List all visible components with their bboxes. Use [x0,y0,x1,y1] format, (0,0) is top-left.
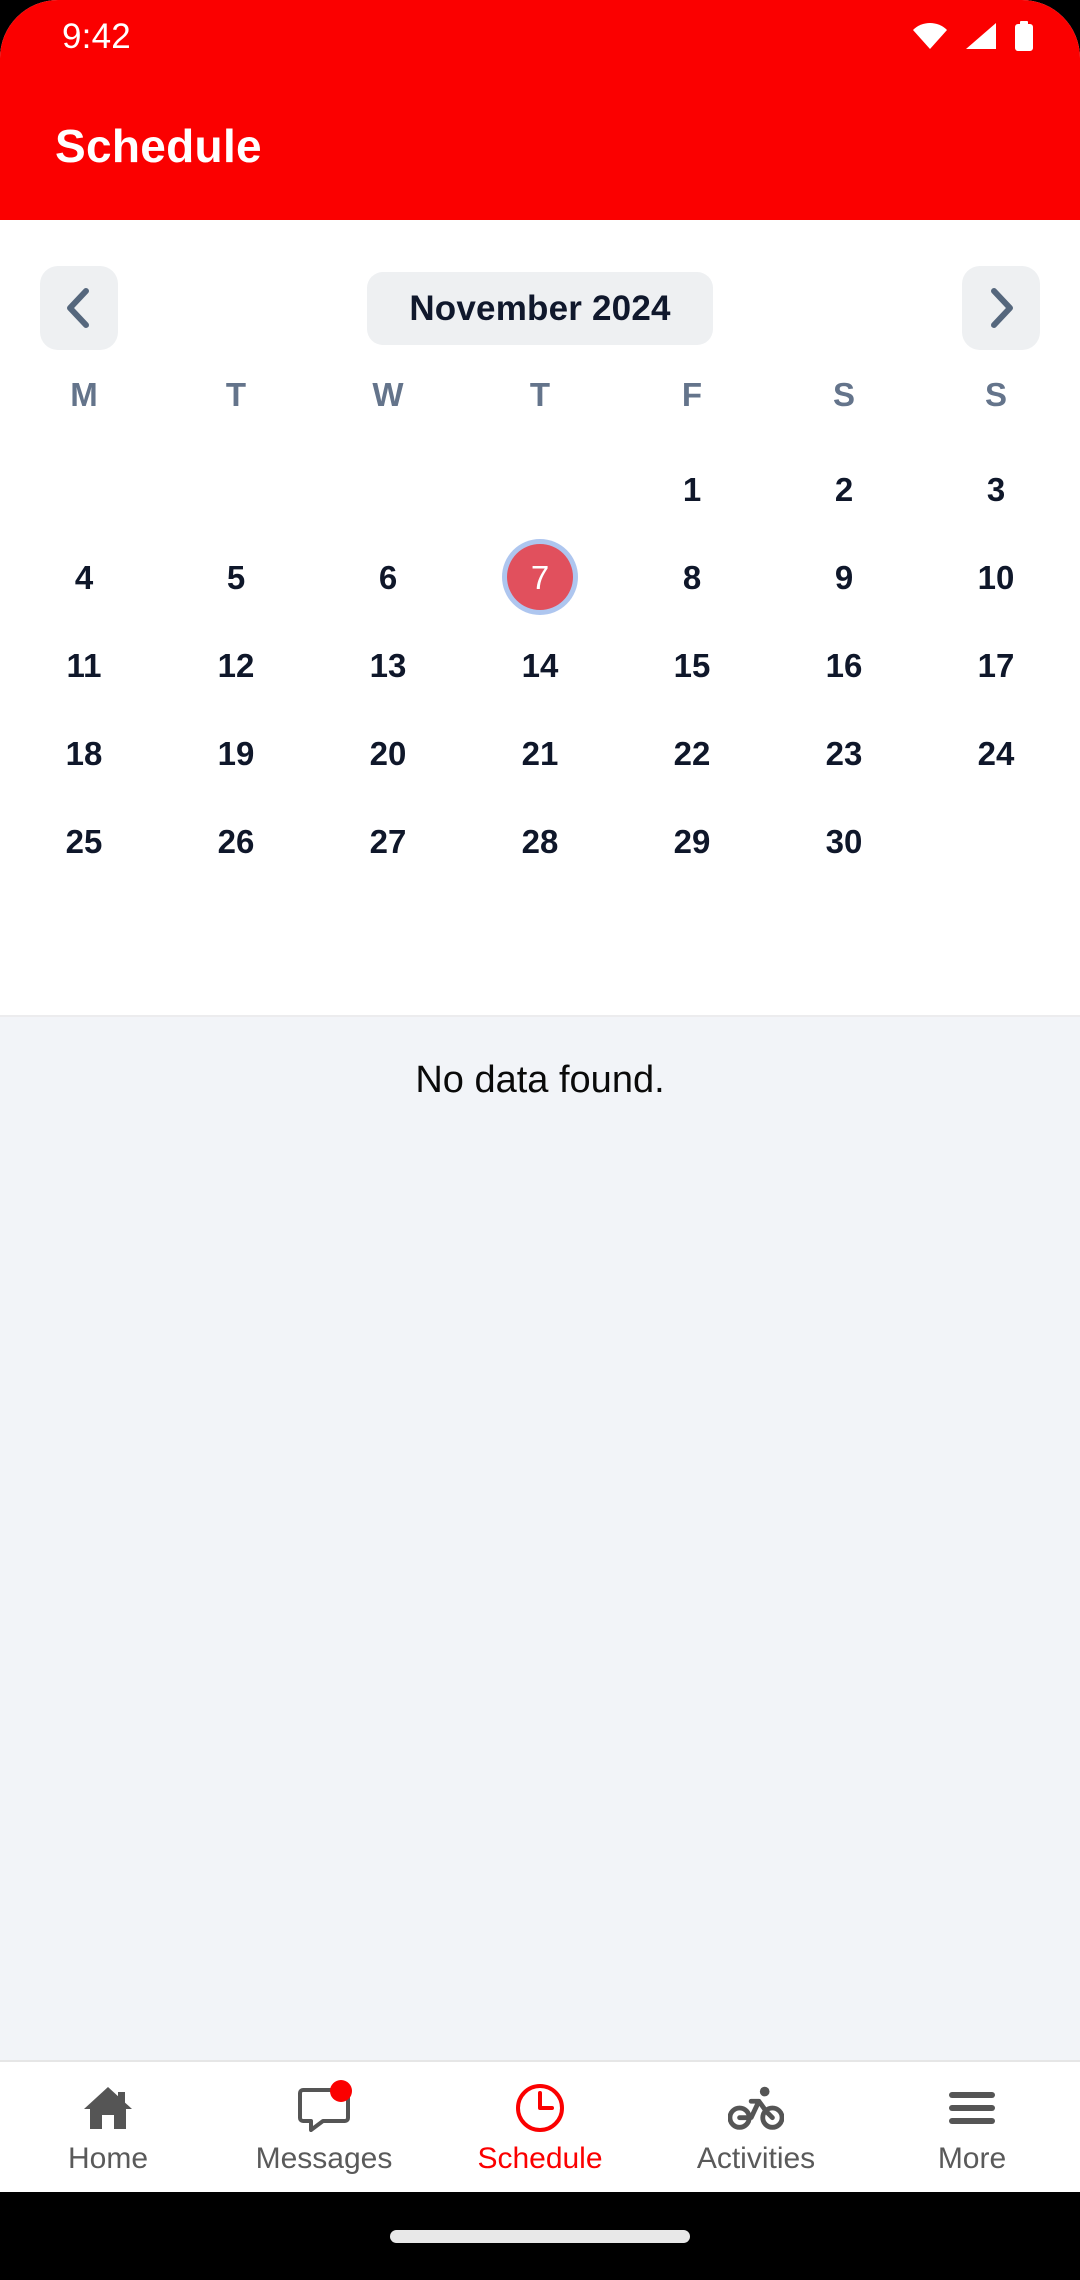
calendar-day[interactable]: 17 [920,621,1072,709]
calendar-day[interactable]: 13 [312,621,464,709]
calendar-day-empty [312,445,464,533]
tab-home[interactable]: Home [0,2062,216,2192]
prev-month-button[interactable] [40,266,118,350]
calendar-day[interactable]: 26 [160,797,312,885]
calendar-day[interactable]: 14 [464,621,616,709]
calendar-day[interactable]: 5 [160,533,312,621]
calendar-day[interactable]: 6 [312,533,464,621]
schedule-content-area: No data found. [0,1017,1080,2060]
calendar-card: November 2024 MTWTFSS 1 2 3 4 5 6 7 8 9 10 11 12 13 1… [0,220,1080,1017]
status-bar: 9:42 [0,0,1080,72]
wifi-icon [912,22,948,50]
calendar-day[interactable]: 16 [768,621,920,709]
weekday-label-5: S [832,376,855,413]
weekday-label-2: W [372,376,404,413]
tab-label: Messages [255,2142,393,2175]
calendar-day-empty [464,445,616,533]
calendar-day[interactable]: 2 [768,445,920,533]
month-year-label[interactable]: November 2024 [367,271,713,345]
message-icon [296,2080,352,2134]
calendar-week-row: 11 12 13 14 15 16 17 [8,621,1072,709]
hamburger-icon [944,2082,1000,2134]
tab-messages[interactable]: Messages [216,2062,432,2192]
calendar-day[interactable]: 23 [768,709,920,797]
weekday-header-row: MTWTFSS [0,378,1080,411]
bicycle-icon [728,2082,784,2134]
weekday-label-1: T [225,376,247,413]
notification-badge [330,2080,352,2102]
calendar-day[interactable]: 27 [312,797,464,885]
calendar-day[interactable]: 20 [312,709,464,797]
system-navigation-bar [0,2192,1080,2280]
weekday-label-0: M [70,376,98,413]
page-title: Schedule [55,120,262,172]
calendar-day[interactable]: 9 [768,533,920,621]
calendar-grid: 1 2 3 4 5 6 7 8 9 10 11 12 13 14 15 16 17 18 19 20 21 22 23 24 2… [0,445,1080,885]
status-icon-group [912,21,1034,51]
chevron-left-icon [64,286,94,330]
calendar-day[interactable]: 1 [616,445,768,533]
status-clock: 9:42 [62,16,131,56]
calendar-day-empty [8,445,160,533]
calendar-week-row: 25 26 27 28 29 30 [8,797,1072,885]
calendar-day[interactable]: 29 [616,797,768,885]
weekday-label-6: S [984,376,1007,413]
weekday-label-3: T [529,376,551,413]
calendar-day-selected[interactable]: 7 [464,533,616,621]
calendar-day[interactable]: 21 [464,709,616,797]
bottom-tab-bar: Home Messages Schedule Activities More [0,2060,1080,2192]
tab-more[interactable]: More [864,2062,1080,2192]
calendar-day-empty [160,445,312,533]
app-screen: 9:42 Schedule November 2024 M T W T F S … [0,0,1080,2192]
signal-icon [965,22,997,50]
weekday-label-4: F [681,376,703,413]
calendar-day[interactable]: 15 [616,621,768,709]
calendar-day[interactable]: 8 [616,533,768,621]
calendar-day[interactable]: 25 [8,797,160,885]
app-bar: Schedule [0,72,1080,220]
calendar-day[interactable]: 3 [920,445,1072,533]
calendar-day[interactable]: 11 [8,621,160,709]
tab-label: More [937,2142,1007,2175]
clock-icon [512,2082,568,2134]
home-icon [80,2082,136,2134]
calendar-day-empty [920,797,1072,885]
calendar-day[interactable]: 4 [8,533,160,621]
calendar-day[interactable]: 22 [616,709,768,797]
calendar-week-row: 123 [8,445,1072,533]
next-month-button[interactable] [961,266,1040,350]
home-indicator[interactable] [390,2229,690,2243]
tab-label: Schedule [477,2142,603,2175]
tab-label: Activities [696,2142,816,2175]
chevron-right-icon [986,286,1016,330]
tab-label: Home [67,2142,149,2175]
calendar-day[interactable]: 28 [464,797,616,885]
calendar-day[interactable]: 30 [768,797,920,885]
tab-activities[interactable]: Activities [648,2062,864,2192]
battery-icon [1014,21,1034,51]
calendar-day[interactable]: 24 [920,709,1072,797]
calendar-day[interactable]: 10 [920,533,1072,621]
phone-frame: 9:42 Schedule November 2024 M T W T F S … [0,0,1080,2280]
tab-schedule[interactable]: Schedule [432,2062,648,2192]
calendar-header: November 2024 [0,266,1080,350]
empty-state-message: No data found. [415,1059,665,1101]
calendar-week-row: 4 5 6 7 8 9 10 [8,533,1072,621]
calendar-day[interactable]: 19 [160,709,312,797]
calendar-day[interactable]: 18 [8,709,160,797]
calendar-week-row: 18 19 20 21 22 23 24 [8,709,1072,797]
calendar-day[interactable]: 12 [160,621,312,709]
calendar-day-label: 7 [507,544,573,610]
